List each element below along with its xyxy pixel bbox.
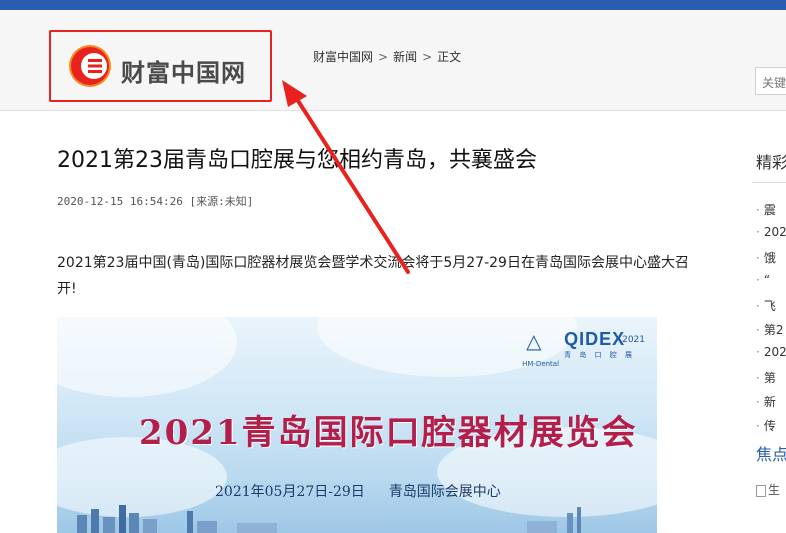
banner-venue: 青岛国际会展中心 <box>388 484 501 500</box>
banner-brand-subtitle: 青 岛 口 腔 展 <box>564 351 635 359</box>
breadcrumb-home[interactable]: 财富中国网 <box>313 48 373 65</box>
sidebar-news-list: · 震 · 202 · 饿 · “ · 飞 · 第2 · 202 · 第 · 新 · 传 <box>752 201 786 441</box>
sidebar-section-title: 精彩 <box>756 153 786 172</box>
breadcrumb-separator: > <box>422 50 433 64</box>
city-skyline-graphic <box>77 505 581 533</box>
article-title: 2021第23届青岛口腔展与您相约青岛，共襄盛会 <box>57 148 537 173</box>
breadcrumb-news[interactable]: 新闻 <box>393 48 417 65</box>
article-meta: 2020-12-15 16:54:26 [来源:未知] <box>57 195 254 208</box>
breadcrumb-current: 正文 <box>437 50 462 64</box>
banner-title: 2021青岛国际口腔器材展览会 <box>139 413 638 453</box>
top-bar <box>0 0 786 10</box>
banner-brand-year: 2021 <box>622 335 645 345</box>
logo-highlight-box: 财富中国网 <box>49 30 272 102</box>
list-item[interactable]: · 202 <box>752 225 786 249</box>
list-item[interactable]: · 传 <box>752 417 786 441</box>
banner-brand-name: QIDEX <box>564 329 626 349</box>
search-input[interactable]: 关键 <box>755 67 786 95</box>
breadcrumb: 财富中国网 > 新闻 > 正文 <box>313 48 461 65</box>
breadcrumb-separator: > <box>378 50 389 64</box>
list-item[interactable]: · 202 <box>752 345 786 369</box>
sidebar: 精彩 · 震 · 202 · 饿 · “ · 飞 · 第2 · 202 · 第 · 新 · 传 焦点… <box>752 150 786 498</box>
site-header: 财富中国网 财富中国网 > 新闻 > 正文 关键 <box>0 10 786 111</box>
logo-text[interactable]: 财富中国网 <box>121 53 246 88</box>
list-item[interactable]: · 飞 <box>752 297 786 321</box>
list-item[interactable]: · 第2 <box>752 321 786 345</box>
list-item[interactable]: · 震 <box>752 201 786 225</box>
sidebar-focus-title: 焦点 <box>756 445 786 464</box>
list-item[interactable]: · 第 <box>752 369 786 393</box>
sidebar-divider <box>752 182 786 183</box>
tooth-icon: △ <box>526 329 542 353</box>
banner-date-line: 2021年05月27日-29日 青岛国际会展中心 <box>215 481 501 501</box>
banner-brand-mark: HM-Dental <box>522 360 560 368</box>
banner-brand-logo: △ QIDEX 2021 青 岛 口 腔 展 HM-Dental <box>522 329 645 368</box>
list-item[interactable]: · 饿 <box>752 249 786 273</box>
list-item[interactable]: · 新 <box>752 393 786 417</box>
banner-date: 2021年05月27日-29日 <box>215 484 365 500</box>
logo-icon[interactable] <box>68 44 112 88</box>
sidebar-focus-image[interactable]: 生 <box>752 481 786 498</box>
broken-image-icon <box>756 484 766 497</box>
list-item[interactable]: · “ <box>752 273 786 297</box>
article-body: 2021第23届中国(青岛)国际口腔器材展览会暨学术交流会将于5月27-29日在… <box>57 255 689 297</box>
article-banner-image: △ QIDEX 2021 青 岛 口 腔 展 HM-Dental 2021青岛国… <box>57 317 657 533</box>
